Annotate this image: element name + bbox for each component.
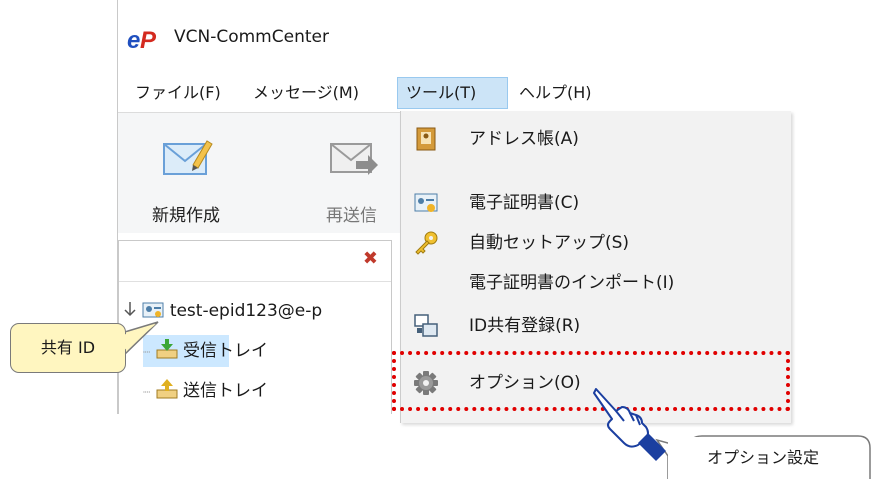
pointing-hand-icon <box>593 388 666 461</box>
option-callout-frame <box>655 435 871 479</box>
option-setting-callout: オプション設定 <box>668 437 858 479</box>
